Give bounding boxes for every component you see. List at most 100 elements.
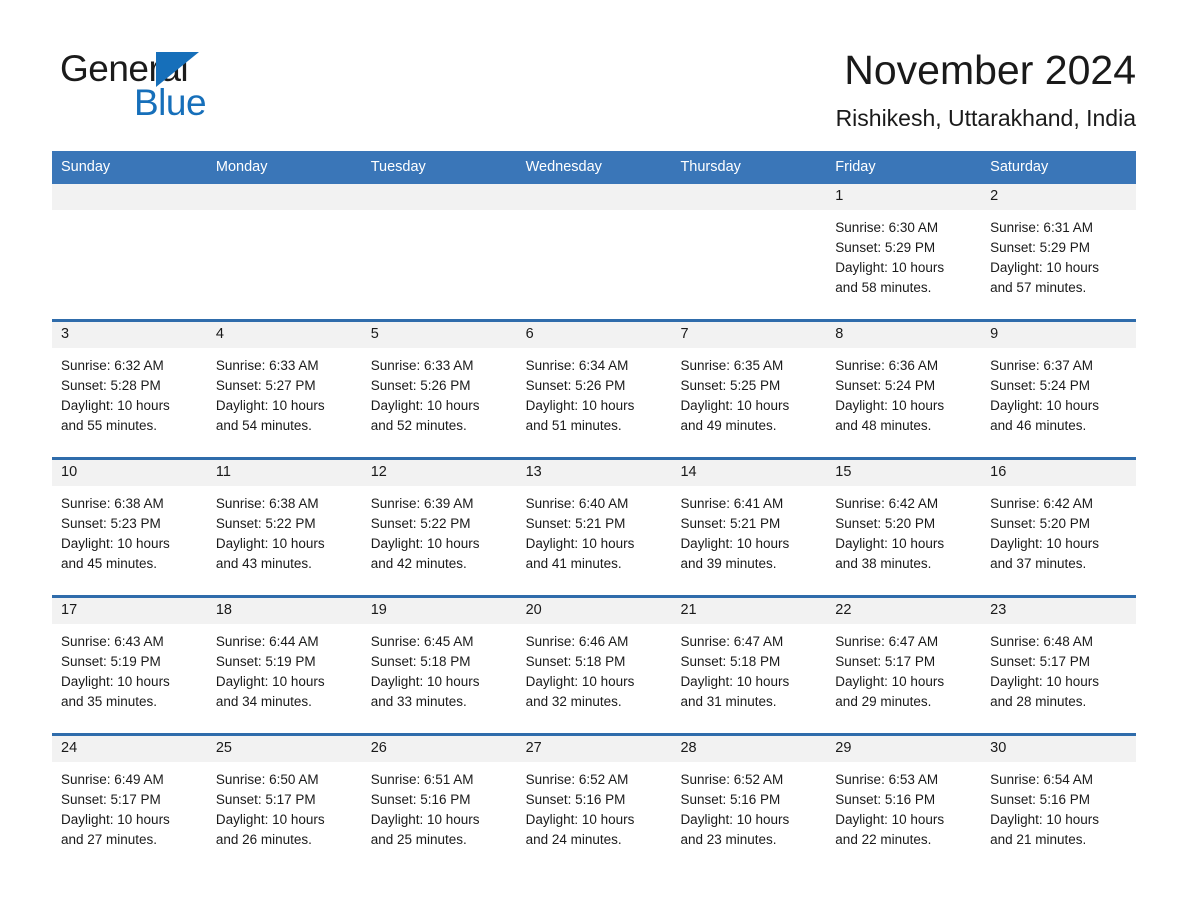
calendar-day-cell[interactable]: 29 Sunrise: 6:53 AM Sunset: 5:16 PM Dayligh… [826, 736, 982, 857]
calendar-day-cell[interactable]: 3 Sunrise: 6:32 AM Sunset: 5:28 PM Daylight… [52, 322, 207, 458]
calendar-day-cell[interactable]: 17 Sunrise: 6:43 AM Sunset: 5:19 PM Dayligh… [52, 598, 207, 734]
calendar-day-cell[interactable]: 4 Sunrise: 6:33 AM Sunset: 5:27 PM Daylight… [206, 322, 362, 458]
day-detail-line: and 25 minutes. [370, 832, 467, 848]
day-detail-line: Sunrise: 6:30 AM [835, 220, 939, 236]
day-details: Sunrise: 6:42 AM Sunset: 5:20 PM Daylight:… [826, 486, 981, 595]
calendar-week-row: 1 Sunrise: 6:30 AM Sunset: 5:29 PM Daylight… [52, 184, 1137, 320]
calendar-day-cell[interactable]: 14 Sunrise: 6:41 AM Sunset: 5:21 PM Dayligh… [671, 460, 827, 596]
generalblue-logo[interactable]: General Blue [52, 46, 252, 124]
day-detail-line: Daylight: 10 hours [525, 674, 635, 690]
day-number: 24 [52, 736, 207, 763]
day-detail-line: and 46 minutes. [990, 418, 1087, 434]
calendar-day-cell[interactable]: 5 Sunrise: 6:33 AM Sunset: 5:26 PM Daylight… [361, 322, 517, 458]
calendar-page: General Blue November 2024 Rishikesh, Ut… [0, 0, 1188, 918]
calendar-day-cell[interactable]: 30 Sunrise: 6:54 AM Sunset: 5:16 PM Dayligh… [981, 736, 1137, 857]
calendar-day-cell[interactable]: 1 Sunrise: 6:30 AM Sunset: 5:29 PM Daylight… [826, 184, 982, 320]
calendar-day-cell[interactable]: 23 Sunrise: 6:48 AM Sunset: 5:17 PM Dayligh… [981, 598, 1137, 734]
calendar-day-cell-empty [206, 184, 362, 320]
day-detail-line: Daylight: 10 hours [215, 674, 325, 690]
calendar-day-cell[interactable]: 10 Sunrise: 6:38 AM Sunset: 5:23 PM Dayligh… [52, 460, 207, 596]
day-detail-line: and 58 minutes. [835, 280, 932, 296]
calendar-day-cell[interactable]: 22 Sunrise: 6:47 AM Sunset: 5:17 PM Dayligh… [826, 598, 982, 734]
calendar-day-cell[interactable]: 20 Sunrise: 6:46 AM Sunset: 5:18 PM Dayligh… [516, 598, 672, 734]
day-detail-line: Daylight: 10 hours [370, 674, 480, 690]
day-detail-line: Daylight: 10 hours [61, 674, 170, 690]
day-detail-line: Sunrise: 6:35 AM [680, 358, 784, 374]
calendar-day-cell[interactable]: 24 Sunrise: 6:49 AM Sunset: 5:17 PM Dayligh… [52, 736, 207, 857]
day-details: Sunrise: 6:37 AM Sunset: 5:24 PM Daylight:… [981, 348, 1136, 457]
page-title: November 2024 [844, 47, 1136, 93]
day-detail-line: Sunrise: 6:45 AM [370, 634, 474, 650]
day-detail-line: and 43 minutes. [215, 556, 312, 572]
day-detail-line: Sunset: 5:16 PM [525, 792, 626, 808]
calendar-day-cell[interactable]: 16 Sunrise: 6:42 AM Sunset: 5:20 PM Dayligh… [981, 460, 1137, 596]
day-detail-line: Sunset: 5:18 PM [680, 654, 781, 670]
day-number [361, 184, 517, 211]
location-subtitle: Rishikesh, Uttarakhand, India [835, 105, 1136, 132]
calendar-day-cell[interactable]: 6 Sunrise: 6:34 AM Sunset: 5:26 PM Daylight… [516, 322, 672, 458]
day-details: Sunrise: 6:48 AM Sunset: 5:17 PM Daylight:… [981, 624, 1136, 733]
day-detail-line: Sunset: 5:16 PM [990, 792, 1090, 808]
calendar-day-cell[interactable]: 13 Sunrise: 6:40 AM Sunset: 5:21 PM Dayligh… [516, 460, 672, 596]
day-detail-line: Sunset: 5:24 PM [835, 378, 936, 394]
page-header: General Blue November 2024 Rishikesh, Ut… [0, 0, 1188, 132]
calendar-day-cell[interactable]: 8 Sunrise: 6:36 AM Sunset: 5:24 PM Daylight… [826, 322, 982, 458]
day-detail-line: Daylight: 10 hours [525, 812, 635, 828]
day-detail-line: and 39 minutes. [680, 556, 777, 572]
calendar-day-cell[interactable]: 28 Sunrise: 6:52 AM Sunset: 5:16 PM Dayligh… [671, 736, 827, 857]
day-detail-line: Sunset: 5:17 PM [61, 792, 161, 808]
day-details: Sunrise: 6:33 AM Sunset: 5:26 PM Daylight:… [362, 348, 517, 457]
calendar-day-cell[interactable]: 26 Sunrise: 6:51 AM Sunset: 5:16 PM Dayligh… [361, 736, 517, 857]
calendar-day-cell[interactable]: 18 Sunrise: 6:44 AM Sunset: 5:19 PM Dayligh… [206, 598, 362, 734]
day-detail-line: Sunset: 5:17 PM [215, 792, 316, 808]
calendar-week-row: 3 Sunrise: 6:32 AM Sunset: 5:28 PM Daylight… [52, 319, 1137, 458]
day-detail-line: and 28 minutes. [990, 694, 1087, 710]
calendar-day-cell[interactable]: 25 Sunrise: 6:50 AM Sunset: 5:17 PM Dayligh… [206, 736, 362, 857]
day-detail-line: and 49 minutes. [680, 418, 777, 434]
day-details: Sunrise: 6:42 AM Sunset: 5:20 PM Daylight:… [981, 486, 1136, 595]
day-detail-line: Sunrise: 6:48 AM [990, 634, 1093, 650]
calendar-day-cell[interactable]: 19 Sunrise: 6:45 AM Sunset: 5:18 PM Dayligh… [361, 598, 517, 734]
day-detail-line: Daylight: 10 hours [990, 812, 1099, 828]
calendar-week-row: 17 Sunrise: 6:43 AM Sunset: 5:19 PM Dayligh… [52, 595, 1137, 734]
day-detail-line: Sunrise: 6:42 AM [835, 496, 939, 512]
day-detail-line: Daylight: 10 hours [61, 536, 170, 552]
day-number: 21 [671, 598, 827, 625]
calendar-day-cell-empty [361, 184, 517, 320]
day-details: Sunrise: 6:51 AM Sunset: 5:16 PM Daylight:… [362, 762, 517, 871]
calendar-day-cell-empty [52, 184, 207, 320]
calendar-day-cell[interactable]: 11 Sunrise: 6:38 AM Sunset: 5:22 PM Dayligh… [206, 460, 362, 596]
calendar-day-cell[interactable]: 15 Sunrise: 6:42 AM Sunset: 5:20 PM Dayligh… [826, 460, 982, 596]
day-details [207, 210, 362, 319]
day-detail-line: and 22 minutes. [835, 832, 932, 848]
calendar-weeks: 1 Sunrise: 6:30 AM Sunset: 5:29 PM Daylight… [52, 184, 1137, 857]
day-detail-line: and 45 minutes. [61, 556, 158, 572]
calendar-day-cell[interactable]: 12 Sunrise: 6:39 AM Sunset: 5:22 PM Dayligh… [361, 460, 517, 596]
day-number: 16 [981, 460, 1137, 487]
day-number: 8 [826, 322, 982, 349]
day-detail-line: Daylight: 10 hours [61, 812, 170, 828]
day-number: 1 [826, 184, 982, 211]
day-detail-line: and 27 minutes. [61, 832, 158, 848]
day-detail-line: and 41 minutes. [525, 556, 622, 572]
day-details: Sunrise: 6:49 AM Sunset: 5:17 PM Daylight:… [52, 762, 207, 871]
day-details: Sunrise: 6:54 AM Sunset: 5:16 PM Daylight:… [981, 762, 1136, 871]
weekday-header-monday: Monday [215, 159, 268, 176]
calendar-day-cell[interactable]: 2 Sunrise: 6:31 AM Sunset: 5:29 PM Daylight… [981, 184, 1137, 320]
day-details: Sunrise: 6:33 AM Sunset: 5:27 PM Daylight:… [207, 348, 362, 457]
day-number [516, 184, 672, 211]
day-detail-line: Sunrise: 6:46 AM [525, 634, 629, 650]
weekday-header-wednesday: Wednesday [525, 159, 602, 176]
calendar-day-cell[interactable]: 27 Sunrise: 6:52 AM Sunset: 5:16 PM Dayligh… [516, 736, 672, 857]
weekday-header-sunday: Sunday [61, 159, 111, 176]
weekday-header-saturday: Saturday [990, 159, 1049, 176]
day-detail-line: Sunset: 5:26 PM [525, 378, 626, 394]
calendar-day-cell[interactable]: 21 Sunrise: 6:47 AM Sunset: 5:18 PM Dayligh… [671, 598, 827, 734]
day-detail-line: Sunrise: 6:31 AM [990, 220, 1093, 236]
day-details: Sunrise: 6:47 AM Sunset: 5:17 PM Daylight:… [826, 624, 981, 733]
day-details: Sunrise: 6:35 AM Sunset: 5:25 PM Daylight:… [671, 348, 826, 457]
calendar-day-cell[interactable]: 7 Sunrise: 6:35 AM Sunset: 5:25 PM Daylight… [671, 322, 827, 458]
day-number: 28 [671, 736, 827, 763]
calendar-day-cell[interactable]: 9 Sunrise: 6:37 AM Sunset: 5:24 PM Daylight… [981, 322, 1137, 458]
day-detail-line: Daylight: 10 hours [61, 398, 170, 414]
